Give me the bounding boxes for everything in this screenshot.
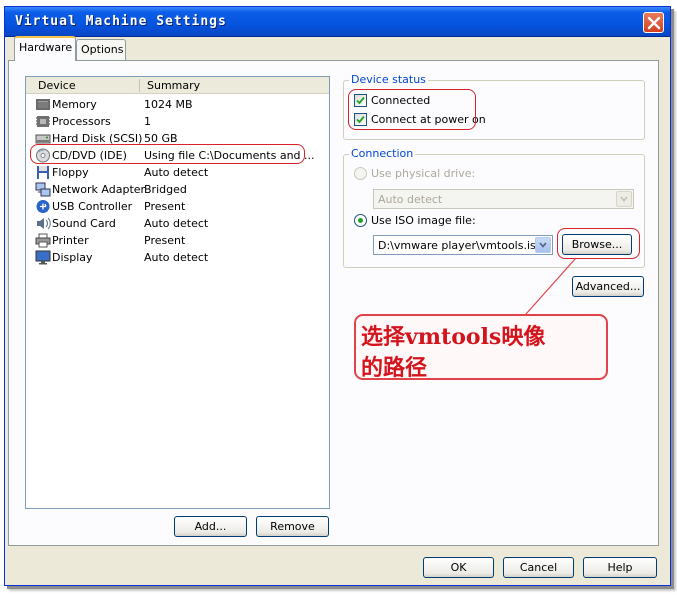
device-name: USB Controller bbox=[52, 200, 133, 213]
cd-dvd-highlight bbox=[30, 144, 305, 164]
advanced-button[interactable]: Advanced... bbox=[572, 276, 644, 297]
column-header-summary[interactable]: Summary bbox=[147, 79, 200, 92]
sound-card-icon bbox=[37, 217, 51, 230]
display-icon bbox=[35, 250, 51, 265]
connection-title: Connection bbox=[349, 147, 416, 160]
device-row-processors[interactable]: Processors 1 bbox=[26, 113, 329, 130]
device-row-memory[interactable]: Memory 1024 MB bbox=[26, 96, 329, 113]
device-list-header: Device Summary bbox=[26, 77, 329, 94]
device-name: Display bbox=[52, 251, 93, 264]
device-name: Processors bbox=[52, 115, 111, 128]
processor-icon bbox=[36, 116, 50, 127]
device-name: Memory bbox=[52, 98, 97, 111]
printer-icon bbox=[35, 233, 51, 248]
memory-icon bbox=[36, 99, 50, 110]
usb-icon bbox=[36, 200, 50, 213]
use-iso-image-label[interactable]: Use ISO image file: bbox=[371, 214, 476, 227]
device-row-floppy[interactable]: Floppy Auto detect bbox=[26, 164, 329, 181]
device-name: Network Adapter bbox=[52, 183, 146, 196]
chevron-down-icon bbox=[620, 196, 628, 202]
device-row-usb-controller[interactable]: USB Controller Present bbox=[26, 198, 329, 215]
physical-drive-value: Auto detect bbox=[378, 193, 443, 206]
device-summary: Auto detect bbox=[144, 217, 209, 230]
iso-image-path-select[interactable]: D:\vmware player\vmtools.iso bbox=[373, 235, 553, 255]
cancel-button[interactable]: Cancel bbox=[503, 557, 574, 578]
annotation-line-1: 选择vmtools映像 bbox=[361, 324, 546, 350]
help-button[interactable]: Help bbox=[583, 557, 657, 578]
annotation-callout: 选择vmtools映像 的路径 bbox=[354, 314, 608, 381]
device-status-title: Device status bbox=[349, 73, 428, 86]
device-name: Sound Card bbox=[52, 217, 116, 230]
callout-pointer bbox=[525, 257, 577, 315]
close-button[interactable] bbox=[643, 12, 664, 33]
device-summary: Auto detect bbox=[144, 251, 209, 264]
close-icon bbox=[647, 16, 661, 30]
window-title: Virtual Machine Settings bbox=[15, 14, 227, 29]
dropdown-arrow[interactable] bbox=[616, 191, 632, 207]
device-summary: 1 bbox=[144, 115, 151, 128]
add-button[interactable]: Add... bbox=[174, 516, 247, 537]
column-header-device[interactable]: Device bbox=[38, 79, 76, 92]
device-row-sound-card[interactable]: Sound Card Auto detect bbox=[26, 215, 329, 232]
device-summary: Bridged bbox=[144, 183, 187, 196]
column-separator[interactable] bbox=[139, 79, 140, 92]
floppy-icon bbox=[37, 166, 49, 179]
device-summary: Present bbox=[144, 200, 186, 213]
device-summary: Auto detect bbox=[144, 166, 209, 179]
ok-button[interactable]: OK bbox=[423, 557, 494, 578]
physical-drive-select[interactable]: Auto detect bbox=[373, 189, 634, 209]
chevron-down-icon bbox=[539, 242, 547, 248]
tab-options[interactable]: Options bbox=[76, 39, 126, 60]
tab-hardware[interactable]: Hardware bbox=[14, 36, 76, 61]
use-physical-drive-label[interactable]: Use physical drive: bbox=[371, 167, 475, 180]
radio-selected-dot bbox=[358, 218, 363, 223]
device-row-network-adapter[interactable]: Network Adapter Bridged bbox=[26, 181, 329, 198]
device-summary: Present bbox=[144, 234, 186, 247]
device-row-printer[interactable]: Printer Present bbox=[26, 232, 329, 249]
device-list[interactable]: Device Summary Memory 1024 MB Processors… bbox=[25, 76, 330, 509]
use-iso-image-radio[interactable] bbox=[354, 214, 367, 227]
iso-image-path-value: D:\vmware player\vmtools.iso bbox=[378, 239, 543, 252]
use-physical-drive-radio[interactable] bbox=[354, 167, 367, 180]
device-status-highlight bbox=[348, 89, 476, 130]
device-name: Printer bbox=[52, 234, 89, 247]
network-adapter-icon bbox=[35, 182, 51, 197]
device-row-display[interactable]: Display Auto detect bbox=[26, 249, 329, 266]
device-summary: 1024 MB bbox=[144, 98, 193, 111]
annotation-line-2: 的路径 bbox=[361, 355, 428, 381]
title-bar[interactable]: Virtual Machine Settings bbox=[5, 7, 670, 37]
dropdown-arrow[interactable] bbox=[535, 237, 551, 253]
device-name: Floppy bbox=[52, 166, 89, 179]
remove-button[interactable]: Remove bbox=[256, 516, 329, 537]
